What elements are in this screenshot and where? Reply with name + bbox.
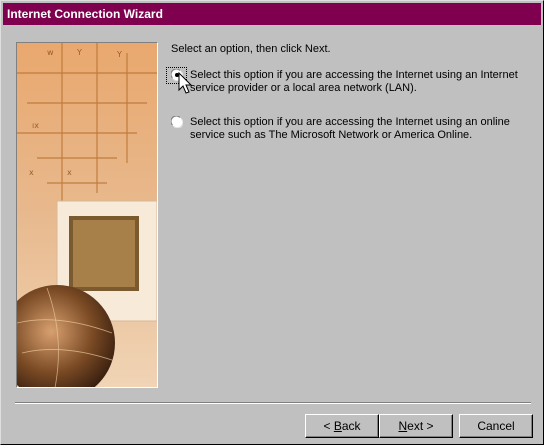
back-button-mnemonic: B — [333, 419, 342, 433]
mouse-cursor-icon — [178, 72, 193, 94]
svg-text:Y: Y — [76, 48, 82, 57]
svg-text:w: w — [47, 48, 54, 57]
back-button-prefix: < — [323, 419, 334, 433]
instruction-text: Select an option, then click Next. — [171, 43, 331, 55]
back-button[interactable]: < Back — [305, 414, 379, 438]
option-isp-lan-label: Select this option if you are accessing … — [190, 69, 518, 94]
wizard-window: Internet Connection Wizard w Y Y ıx x x … — [0, 0, 544, 445]
wizard-artwork: w Y Y ıx x x — [16, 42, 158, 388]
next-button[interactable]: Next > — [379, 414, 453, 438]
svg-text:x: x — [29, 168, 34, 177]
svg-text:x: x — [67, 168, 72, 177]
next-button-rest: ext > — [407, 419, 434, 433]
cancel-button-label: Cancel — [477, 419, 515, 433]
next-button-mnemonic: N — [398, 419, 408, 433]
radio-unselected-icon[interactable] — [171, 116, 183, 128]
back-button-rest: ack — [341, 419, 361, 433]
svg-text:Y: Y — [116, 50, 122, 59]
option-online-service-label: Select this option if you are accessing … — [190, 116, 510, 141]
title-bar[interactable]: Internet Connection Wizard — [3, 3, 541, 25]
cancel-button[interactable]: Cancel — [459, 414, 533, 438]
svg-text:ıx: ıx — [32, 121, 39, 130]
separator — [15, 402, 531, 404]
window-title: Internet Connection Wizard — [7, 7, 163, 21]
